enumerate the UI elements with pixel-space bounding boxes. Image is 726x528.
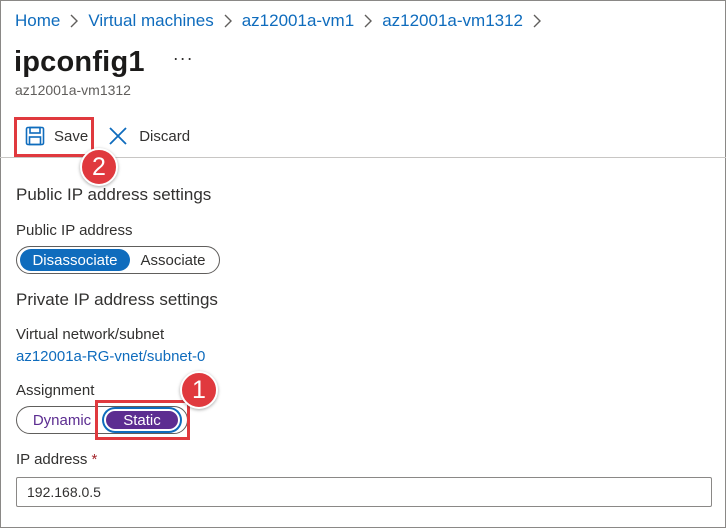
required-asterisk: * — [91, 451, 98, 468]
vnet-subnet-link[interactable]: az12001a-RG-vnet/subnet-0 — [16, 348, 205, 365]
title-row: ipconfig1 ··· — [14, 42, 194, 82]
step-1-badge: 1 — [180, 371, 218, 409]
discard-label: Discard — [139, 127, 191, 145]
ip-address-label-text: IP address — [16, 451, 88, 468]
page-title: ipconfig1 — [14, 45, 145, 78]
page-subtitle: az12001a-vm1312 — [15, 82, 131, 98]
step-2-badge: 2 — [80, 148, 118, 186]
breadcrumb-home[interactable]: Home — [15, 11, 60, 31]
option-dynamic[interactable]: Dynamic — [20, 409, 104, 431]
public-ip-toggle: Disassociate Associate — [16, 246, 220, 274]
breadcrumb-virtual-machines[interactable]: Virtual machines — [88, 11, 213, 31]
option-associate[interactable]: Associate — [130, 249, 216, 271]
chevron-right-icon — [533, 14, 542, 28]
ip-address-label: IP address * — [16, 451, 97, 468]
save-highlight-box — [14, 117, 94, 157]
close-icon — [107, 125, 129, 147]
public-ip-section-title: Public IP address settings — [16, 185, 212, 204]
chevron-right-icon — [70, 14, 79, 28]
chevron-right-icon — [364, 14, 373, 28]
discard-button[interactable]: Discard — [107, 118, 190, 154]
breadcrumb-vm[interactable]: az12001a-vm1 — [242, 11, 354, 31]
breadcrumb: Home Virtual machines az12001a-vm1 az120… — [15, 10, 551, 32]
private-ip-section-title: Private IP address settings — [16, 290, 218, 309]
option-disassociate[interactable]: Disassociate — [20, 249, 130, 271]
static-highlight-box — [95, 400, 190, 440]
chevron-right-icon — [224, 14, 232, 28]
breadcrumb-nic[interactable]: az12001a-vm1312 — [382, 11, 523, 31]
more-options-button[interactable]: ··· — [173, 48, 194, 69]
vnet-label: Virtual network/subnet — [16, 326, 165, 343]
assignment-label: Assignment — [16, 382, 95, 399]
public-ip-label: Public IP address — [16, 222, 133, 239]
ip-address-input[interactable] — [16, 477, 712, 507]
